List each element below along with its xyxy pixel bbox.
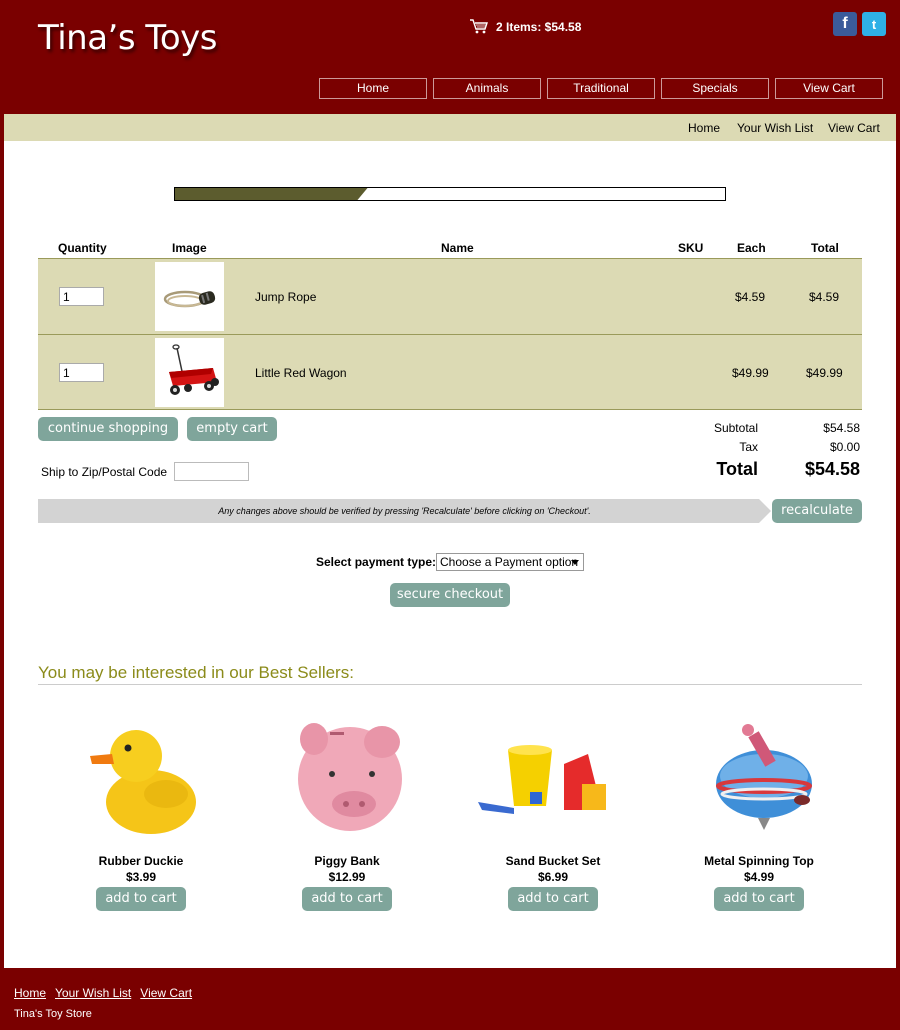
cart-summary-text: 2 Items: $54.58: [496, 19, 582, 34]
continue-shopping-button[interactable]: continue shopping: [38, 417, 178, 441]
sub-nav: Home Your Wish List View Cart: [4, 114, 896, 141]
payment-type-label: Select payment type:: [316, 555, 437, 569]
rubber-duckie-image[interactable]: [66, 714, 216, 839]
bestsellers-title: You may be interested in our Best Seller…: [38, 663, 354, 682]
product-price: $3.99: [125, 870, 157, 884]
item-name[interactable]: Little Red Wagon: [255, 366, 347, 380]
main-content: Home Your Wish List View Cart Quantity I…: [4, 114, 896, 968]
payment-type-select[interactable]: Choose a Payment option: [436, 553, 584, 571]
product-card: Metal Spinning Top $4.99 add to cart: [679, 714, 839, 911]
col-each: Each: [737, 241, 766, 255]
checkout-progress-bar: [174, 187, 726, 201]
total-label: Total: [716, 459, 758, 479]
empty-cart-button[interactable]: empty cart: [187, 417, 277, 441]
zip-label: Ship to Zip/Postal Code: [41, 465, 168, 479]
subnav-view-cart[interactable]: View Cart: [828, 121, 880, 135]
product-price: $4.99: [743, 870, 775, 884]
cart-row: Little Red Wagon $49.99 $49.99: [38, 334, 862, 410]
product-name[interactable]: Piggy Bank: [267, 854, 427, 868]
add-to-cart-button[interactable]: add to cart: [96, 887, 186, 911]
footer-nav: Home Your Wish List View Cart: [14, 986, 192, 1000]
piggy-bank-image[interactable]: [272, 714, 422, 839]
footer-store-name: Tina's Toy Store: [14, 1008, 92, 1020]
recalculate-notice: Any changes above should be verified by …: [38, 499, 771, 523]
col-quantity: Quantity: [58, 241, 107, 255]
twitter-icon[interactable]: t: [862, 12, 886, 36]
nav-animals[interactable]: Animals: [433, 78, 541, 99]
recalculate-button[interactable]: recalculate: [772, 499, 862, 523]
cart-row: Jump Rope $4.59 $4.59: [38, 258, 862, 334]
product-card: Rubber Duckie $3.99 add to cart: [61, 714, 221, 911]
nav-view-cart[interactable]: View Cart: [775, 78, 883, 99]
product-name[interactable]: Rubber Duckie: [61, 854, 221, 868]
subtotal-value: $54.58: [823, 421, 860, 435]
jump-rope-image[interactable]: [155, 262, 224, 331]
product-card: Sand Bucket Set $6.99 add to cart: [473, 714, 633, 911]
add-to-cart-button[interactable]: add to cart: [714, 887, 804, 911]
subnav-home[interactable]: Home: [688, 121, 720, 135]
nav-traditional[interactable]: Traditional: [547, 78, 655, 99]
product-price: $6.99: [537, 870, 569, 884]
facebook-icon[interactable]: f: [833, 12, 857, 36]
secure-checkout-button[interactable]: secure checkout: [390, 583, 510, 607]
tax-label: Tax: [739, 440, 758, 454]
header-cart-summary[interactable]: 2 Items: $54.58: [470, 19, 581, 34]
site-header: Tina’s Toys 2 Items: $54.58 f t Home Ani…: [0, 0, 900, 114]
nav-home[interactable]: Home: [319, 78, 427, 99]
subtotal-label: Subtotal: [713, 421, 758, 435]
footer-wish-list[interactable]: Your Wish List: [55, 986, 131, 1000]
col-total: Total: [811, 241, 839, 255]
nav-specials[interactable]: Specials: [661, 78, 769, 99]
store-logo[interactable]: Tina’s Toys: [38, 18, 218, 58]
col-name: Name: [441, 241, 474, 255]
tax-value: $0.00: [829, 440, 860, 454]
item-each: $49.99: [732, 366, 769, 380]
metal-spinning-top-image[interactable]: [684, 714, 834, 839]
checkout-progress-fill: [175, 188, 368, 200]
payment-select-value: Choose a Payment option: [440, 555, 579, 569]
product-price: $12.99: [328, 870, 366, 884]
footer-view-cart[interactable]: View Cart: [140, 986, 192, 1000]
total-value: $54.58: [804, 459, 860, 479]
footer-home[interactable]: Home: [14, 986, 46, 1000]
subnav-wish-list[interactable]: Your Wish List: [737, 121, 813, 135]
item-total: $49.99: [806, 366, 843, 380]
col-sku: SKU: [678, 241, 704, 255]
product-name[interactable]: Sand Bucket Set: [473, 854, 633, 868]
main-nav: Home Animals Traditional Specials View C…: [319, 78, 883, 99]
little-red-wagon-image[interactable]: [155, 338, 224, 407]
add-to-cart-button[interactable]: add to cart: [508, 887, 598, 911]
zip-field[interactable]: [174, 462, 249, 481]
quantity-input[interactable]: [59, 363, 104, 382]
item-name[interactable]: Jump Rope: [255, 290, 316, 304]
quantity-input[interactable]: [59, 287, 104, 306]
item-total: $4.59: [809, 290, 840, 304]
product-name[interactable]: Metal Spinning Top: [679, 854, 839, 868]
item-each: $4.59: [735, 290, 766, 304]
add-to-cart-button[interactable]: add to cart: [302, 887, 392, 911]
shopping-cart-icon: [470, 19, 488, 34]
col-image: Image: [172, 241, 207, 255]
product-card: Piggy Bank $12.99 add to cart: [267, 714, 427, 911]
bestsellers-divider: [38, 684, 862, 685]
sand-bucket-set-image[interactable]: [478, 714, 628, 839]
chevron-down-icon: [571, 560, 579, 565]
